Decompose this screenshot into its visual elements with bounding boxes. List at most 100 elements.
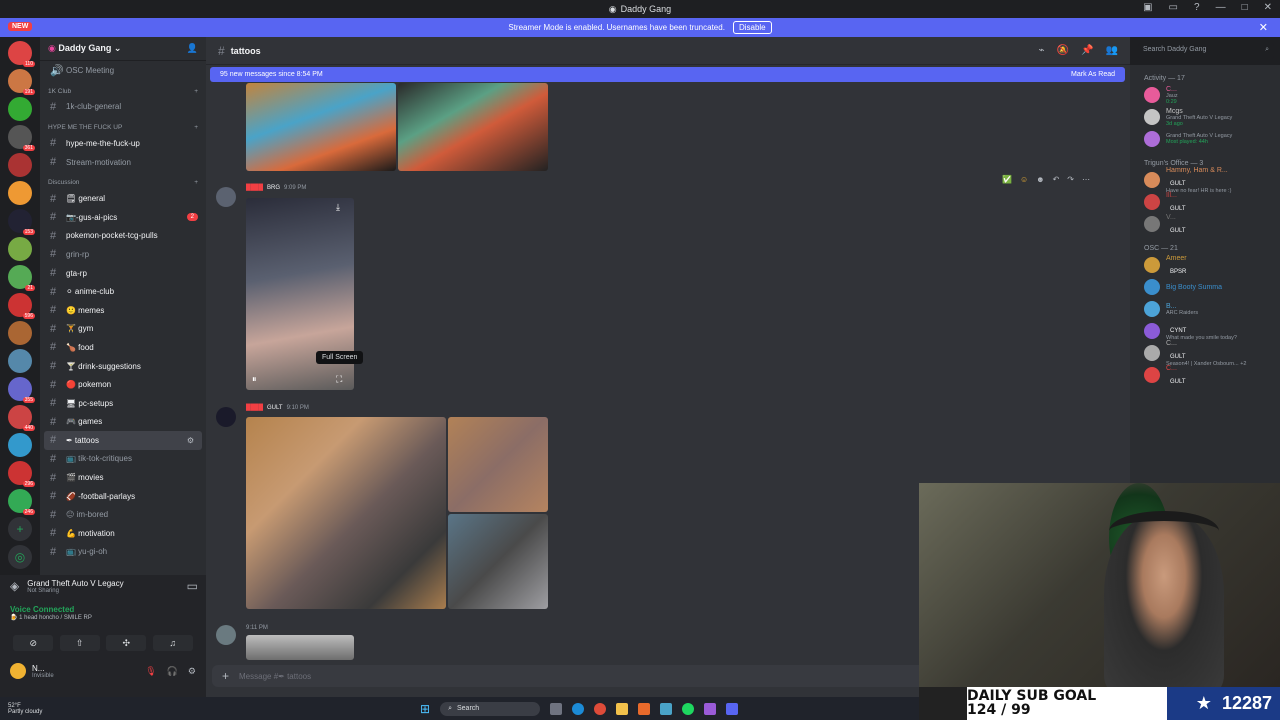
member-row[interactable]: Hammy, Ham & R... GULT Have no fear! HR is… [1130, 167, 1280, 194]
server-icon[interactable]: 191 [8, 69, 35, 95]
emoji-icon[interactable]: ☺ [1020, 175, 1028, 184]
server-icon[interactable] [8, 153, 32, 177]
app-icon[interactable] [660, 702, 673, 715]
tattoo-image[interactable] [246, 83, 396, 171]
server-icon[interactable] [8, 349, 32, 373]
server-icon[interactable] [8, 181, 32, 205]
react-icon[interactable]: ☻ [1036, 175, 1044, 184]
sidebar-item-channel[interactable]: # 🍸 drink-suggestions [40, 357, 206, 376]
taskbar-search[interactable]: ⌕ Search [440, 701, 541, 716]
sidebar-item-channel[interactable]: # gta-rp [40, 264, 206, 283]
members-icon[interactable]: 👥 [1106, 45, 1118, 56]
avatar[interactable] [216, 625, 236, 645]
app-icon[interactable] [704, 702, 717, 715]
sidebar-item-channel[interactable]: # 📷-gus-ai-pics 2 [40, 208, 206, 227]
explorer-icon[interactable] [616, 702, 629, 715]
member-row[interactable]: Ameer BPSR [1130, 254, 1280, 276]
tattoo-image[interactable] [246, 417, 446, 609]
member-row[interactable]: Grand Theft Auto V Legacy Most played: 44… [1130, 128, 1280, 150]
stream-icon[interactable]: ▭ [187, 579, 198, 593]
inbox-icon[interactable]: ▣ [1143, 2, 1152, 13]
sidebar-item-channel[interactable]: # grin-rp [40, 245, 206, 264]
forward-icon[interactable]: ↷ [1067, 175, 1074, 184]
create-channel-icon[interactable]: + [194, 88, 198, 95]
sidebar-item-channel[interactable]: # 🖥 pc-setups [40, 394, 206, 413]
close-banner-icon[interactable]: ✕ [1259, 21, 1268, 34]
server-icon[interactable]: 296 [8, 461, 35, 487]
member-row[interactable]: B... ARC Raiders [1130, 298, 1280, 320]
weather-widget[interactable]: 52°F Partly cloudy [0, 703, 120, 715]
new-messages-bar[interactable]: 95 new messages since 8:54 PM Mark As Re… [210, 67, 1125, 82]
add-member-icon[interactable]: 👤 [187, 43, 198, 54]
voice-channel[interactable]: 🍺 1 head honcho / SMILE RP [10, 614, 198, 621]
channel-category[interactable]: HYPE ME THE FUCK UP + [40, 116, 206, 134]
activity-row[interactable]: ◈ Grand Theft Auto V Legacy Not Sharing … [0, 575, 206, 601]
sidebar-item-channel[interactable]: # Stream-motivation [40, 153, 206, 172]
channel-category[interactable]: 1K Club + [40, 80, 206, 98]
settings-icon[interactable]: ⚙ [188, 666, 196, 677]
avatar[interactable] [216, 187, 236, 207]
disable-button[interactable]: Disable [732, 21, 772, 34]
discover-icon[interactable]: ◎ [8, 545, 32, 569]
search-input[interactable]: Search Daddy Gang ⌕ [1138, 43, 1274, 59]
server-icon[interactable]: 355 [8, 377, 35, 403]
server-icon[interactable] [8, 237, 32, 261]
edge-icon[interactable] [572, 702, 585, 715]
server-icon[interactable]: 110 [8, 41, 35, 67]
member-row[interactable]: C... Jauz 0:29 [1130, 84, 1280, 106]
sidebar-item-channel[interactable]: # 🎬 movies [40, 468, 206, 487]
sidebar-item-channel[interactable]: # pokemon-pocket-tcg-pulls [40, 227, 206, 246]
server-header[interactable]: ◉ Daddy Gang ⌄ 👤 [40, 37, 206, 61]
tattoo-image[interactable] [448, 417, 548, 512]
sidebar-item-channel[interactable]: # 😐 im-bored [40, 505, 206, 524]
more-icon[interactable]: ⋯ [1082, 175, 1090, 184]
start-icon[interactable]: ⊞ [420, 702, 430, 716]
screen-share-button[interactable]: ⇧ [59, 635, 100, 651]
reaction-icon[interactable]: ✅ [1002, 175, 1012, 184]
sidebar-item-channel[interactable]: 🔊 OSC Meeting [40, 61, 206, 80]
sidebar-item-channel[interactable]: # 🔴 pokemon [40, 375, 206, 394]
avatar[interactable] [216, 407, 236, 427]
server-icon[interactable]: 440 [8, 405, 35, 431]
fullscreen-icon[interactable]: ⛶ [336, 374, 342, 385]
server-icon[interactable]: 153 [8, 209, 35, 235]
screen-icon[interactable]: ▭ [1169, 2, 1178, 13]
sidebar-item-channel[interactable]: # 🙂 memes [40, 301, 206, 320]
add-server-icon[interactable]: + [8, 517, 32, 541]
download-icon[interactable]: ⤓ [336, 202, 340, 213]
member-row[interactable]: Big Booty Summa [1130, 276, 1280, 298]
discord-icon[interactable] [726, 702, 739, 715]
server-icon[interactable]: 21 [8, 265, 35, 291]
tattoo-image[interactable] [448, 514, 548, 609]
pin-icon[interactable]: 📌 [1081, 45, 1093, 56]
task-view-icon[interactable] [550, 702, 563, 715]
tattoo-image[interactable] [246, 635, 354, 660]
voice-status[interactable]: Voice Connected [10, 605, 198, 614]
sidebar-item-channel[interactable]: # 🗒 general [40, 189, 206, 208]
server-icon[interactable] [8, 433, 32, 457]
reply-icon[interactable]: ↶ [1053, 175, 1060, 184]
server-icon[interactable]: 361 [8, 125, 35, 151]
play-pause-icon[interactable]: ⏸ [252, 374, 257, 385]
app-icon[interactable] [638, 702, 651, 715]
member-row[interactable]: Ill... GULT [1130, 191, 1280, 213]
create-channel-icon[interactable]: + [194, 124, 198, 131]
add-attachment-icon[interactable]: + [222, 669, 229, 683]
server-icon[interactable]: 246 [8, 489, 35, 515]
server-icon[interactable]: 596 [8, 293, 35, 319]
channel-settings-icon[interactable]: ⚙ [187, 436, 194, 445]
member-row[interactable]: C... GULT [1130, 364, 1280, 386]
minimize-icon[interactable]: — [1216, 2, 1226, 13]
sidebar-item-channel[interactable]: # 💪 motivation [40, 524, 206, 543]
threads-icon[interactable]: ⌁ [1039, 45, 1045, 56]
message-author[interactable]: ████ [246, 185, 263, 191]
avatar[interactable] [10, 663, 26, 679]
soundboard-button[interactable]: ♫ [152, 635, 193, 651]
spotify-icon[interactable] [682, 702, 695, 715]
chrome-icon[interactable] [594, 702, 607, 715]
sidebar-item-channel[interactable]: #1k-club-general [40, 98, 206, 117]
sidebar-item-channel[interactable]: # 🏋 gym [40, 320, 206, 339]
message-author[interactable]: ████ [246, 405, 263, 411]
maximize-icon[interactable]: □ [1242, 2, 1248, 13]
mute-icon[interactable]: 🎙 [145, 666, 156, 677]
